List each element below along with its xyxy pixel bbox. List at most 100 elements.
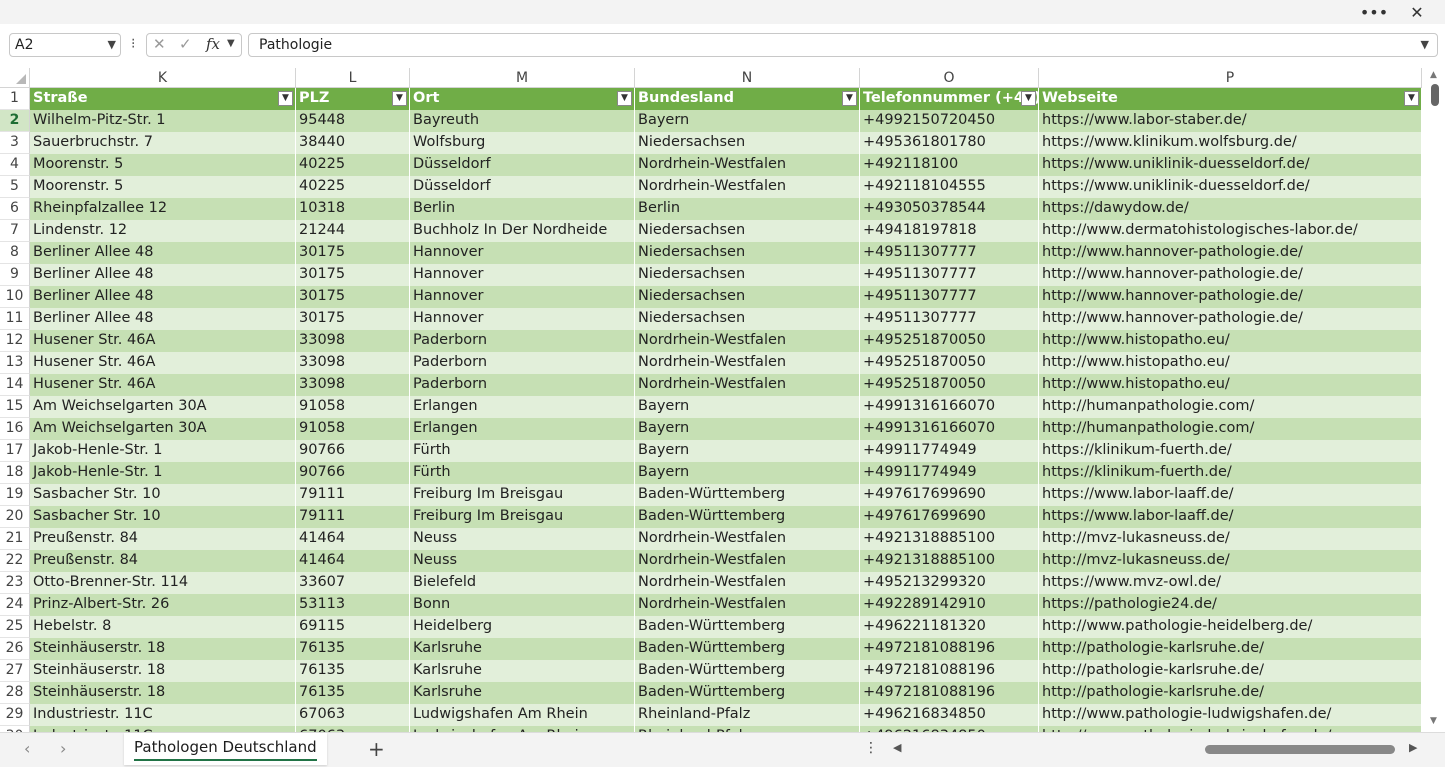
table-cell[interactable]: 33098 xyxy=(296,352,410,374)
table-cell[interactable]: Bayern xyxy=(635,440,860,462)
table-cell[interactable]: 79111 xyxy=(296,484,410,506)
table-cell[interactable]: http://www.histopatho.eu/ xyxy=(1039,374,1422,396)
table-cell[interactable]: 91058 xyxy=(296,396,410,418)
table-cell[interactable]: http://www.pathologie-ludwigshafen.de/ xyxy=(1039,704,1422,726)
table-cell[interactable]: Rheinpfalzallee 12 xyxy=(30,198,296,220)
row-header[interactable]: 12 xyxy=(0,330,30,352)
table-cell[interactable]: http://www.hannover-pathologie.de/ xyxy=(1039,286,1422,308)
table-cell[interactable]: http://www.pathologie-heidelberg.de/ xyxy=(1039,616,1422,638)
table-cell[interactable]: Niedersachsen xyxy=(635,264,860,286)
row-header[interactable]: 26 xyxy=(0,638,30,660)
table-cell[interactable]: https://www.klinikum.wolfsburg.de/ xyxy=(1039,132,1422,154)
table-cell[interactable]: Hebelstr. 8 xyxy=(30,616,296,638)
table-cell[interactable]: Otto-Brenner-Str. 114 xyxy=(30,572,296,594)
table-cell[interactable]: Erlangen xyxy=(410,396,635,418)
table-cell[interactable]: 95448 xyxy=(296,110,410,132)
table-cell[interactable]: Fürth xyxy=(410,440,635,462)
table-cell[interactable]: +4972181088196 xyxy=(860,682,1039,704)
table-cell[interactable]: http://www.hannover-pathologie.de/ xyxy=(1039,308,1422,330)
table-cell[interactable]: 30175 xyxy=(296,308,410,330)
table-header-cell[interactable]: Straße ▼ xyxy=(30,88,296,110)
scroll-left-icon[interactable]: ◀ xyxy=(893,741,901,754)
table-cell[interactable]: 38440 xyxy=(296,132,410,154)
table-cell[interactable]: +492289142910 xyxy=(860,594,1039,616)
table-cell[interactable]: Paderborn xyxy=(410,352,635,374)
table-cell[interactable]: Berlin xyxy=(410,198,635,220)
row-header[interactable]: 15 xyxy=(0,396,30,418)
table-cell[interactable]: 30175 xyxy=(296,242,410,264)
table-cell[interactable]: Preußenstr. 84 xyxy=(30,550,296,572)
table-cell[interactable]: Jakob-Henle-Str. 1 xyxy=(30,440,296,462)
table-cell[interactable]: https://www.labor-staber.de/ xyxy=(1039,110,1422,132)
table-cell[interactable]: Freiburg Im Breisgau xyxy=(410,506,635,528)
table-cell[interactable]: Berliner Allee 48 xyxy=(30,286,296,308)
table-cell[interactable]: +492118104555 xyxy=(860,176,1039,198)
enter-icon[interactable]: ✓ xyxy=(179,35,192,53)
table-cell[interactable]: Niedersachsen xyxy=(635,132,860,154)
row-header[interactable]: 17 xyxy=(0,440,30,462)
table-cell[interactable]: 53113 xyxy=(296,594,410,616)
table-header-cell[interactable]: PLZ ▼ xyxy=(296,88,410,110)
table-cell[interactable]: Berliner Allee 48 xyxy=(30,308,296,330)
table-cell[interactable]: +49511307777 xyxy=(860,286,1039,308)
table-cell[interactable]: Wilhelm-Pitz-Str. 1 xyxy=(30,110,296,132)
table-cell[interactable]: Lindenstr. 12 xyxy=(30,220,296,242)
table-cell[interactable]: Neuss xyxy=(410,550,635,572)
column-header-n[interactable]: N xyxy=(635,68,860,88)
table-cell[interactable]: +492118100 xyxy=(860,154,1039,176)
table-cell[interactable]: +493050378544 xyxy=(860,198,1039,220)
filter-dropdown-icon[interactable]: ▼ xyxy=(842,91,857,106)
table-cell[interactable]: Karlsruhe xyxy=(410,638,635,660)
row-header[interactable]: 9 xyxy=(0,264,30,286)
scroll-right-icon[interactable]: ▶ xyxy=(1409,741,1417,754)
table-cell[interactable]: 76135 xyxy=(296,660,410,682)
row-header[interactable]: 13 xyxy=(0,352,30,374)
table-cell[interactable]: +49511307777 xyxy=(860,264,1039,286)
row-header[interactable]: 2 xyxy=(0,110,30,132)
filter-dropdown-icon[interactable]: ▼ xyxy=(1404,91,1419,106)
table-cell[interactable]: Moorenstr. 5 xyxy=(30,176,296,198)
table-cell[interactable]: 41464 xyxy=(296,550,410,572)
table-cell[interactable]: +497617699690 xyxy=(860,506,1039,528)
row-header[interactable]: 19 xyxy=(0,484,30,506)
table-cell[interactable]: http://mvz-lukasneuss.de/ xyxy=(1039,528,1422,550)
table-cell[interactable]: Wolfsburg xyxy=(410,132,635,154)
table-cell[interactable]: Am Weichselgarten 30A xyxy=(30,396,296,418)
filter-dropdown-icon[interactable]: ▼ xyxy=(617,91,632,106)
table-cell[interactable]: http://pathologie-karlsruhe.de/ xyxy=(1039,660,1422,682)
table-cell[interactable]: Heidelberg xyxy=(410,616,635,638)
table-cell[interactable]: Steinhäuserstr. 18 xyxy=(30,638,296,660)
table-cell[interactable]: Nordrhein-Westfalen xyxy=(635,154,860,176)
table-cell[interactable]: +497617699690 xyxy=(860,484,1039,506)
table-cell[interactable]: Baden-Württemberg xyxy=(635,660,860,682)
table-cell[interactable]: Paderborn xyxy=(410,330,635,352)
table-cell[interactable]: Bayreuth xyxy=(410,110,635,132)
table-cell[interactable]: Rheinland-Pfalz xyxy=(635,704,860,726)
table-cell[interactable]: Nordrhein-Westfalen xyxy=(635,352,860,374)
table-cell[interactable]: Baden-Württemberg xyxy=(635,616,860,638)
table-cell[interactable]: https://pathologie24.de/ xyxy=(1039,594,1422,616)
table-cell[interactable]: +496216834850 xyxy=(860,704,1039,726)
table-cell[interactable]: https://www.labor-laaff.de/ xyxy=(1039,484,1422,506)
table-cell[interactable]: Prinz-Albert-Str. 26 xyxy=(30,594,296,616)
table-cell[interactable]: +4991316166070 xyxy=(860,396,1039,418)
table-cell[interactable]: Nordrhein-Westfalen xyxy=(635,528,860,550)
table-cell[interactable]: +495361801780 xyxy=(860,132,1039,154)
add-sheet-icon[interactable]: + xyxy=(368,737,385,761)
table-cell[interactable]: Bayern xyxy=(635,418,860,440)
row-header[interactable]: 18 xyxy=(0,462,30,484)
table-cell[interactable]: 76135 xyxy=(296,682,410,704)
vertical-scrollbar[interactable]: ▲ ▼ xyxy=(1426,68,1445,732)
row-header[interactable]: 27 xyxy=(0,660,30,682)
table-cell[interactable]: 33098 xyxy=(296,330,410,352)
table-cell[interactable]: Nordrhein-Westfalen xyxy=(635,176,860,198)
table-cell[interactable]: https://www.uniklinik-duesseldorf.de/ xyxy=(1039,154,1422,176)
table-cell[interactable]: Neuss xyxy=(410,528,635,550)
tab-bar-more-icon[interactable]: ⋮ xyxy=(864,740,878,756)
table-cell[interactable]: http://humanpathologie.com/ xyxy=(1039,396,1422,418)
table-header-cell[interactable]: Ort ▼ xyxy=(410,88,635,110)
table-cell[interactable]: Bayern xyxy=(635,396,860,418)
row-header[interactable]: 1 xyxy=(0,88,30,110)
row-header[interactable]: 3 xyxy=(0,132,30,154)
scroll-down-icon[interactable]: ▼ xyxy=(1430,716,1437,726)
